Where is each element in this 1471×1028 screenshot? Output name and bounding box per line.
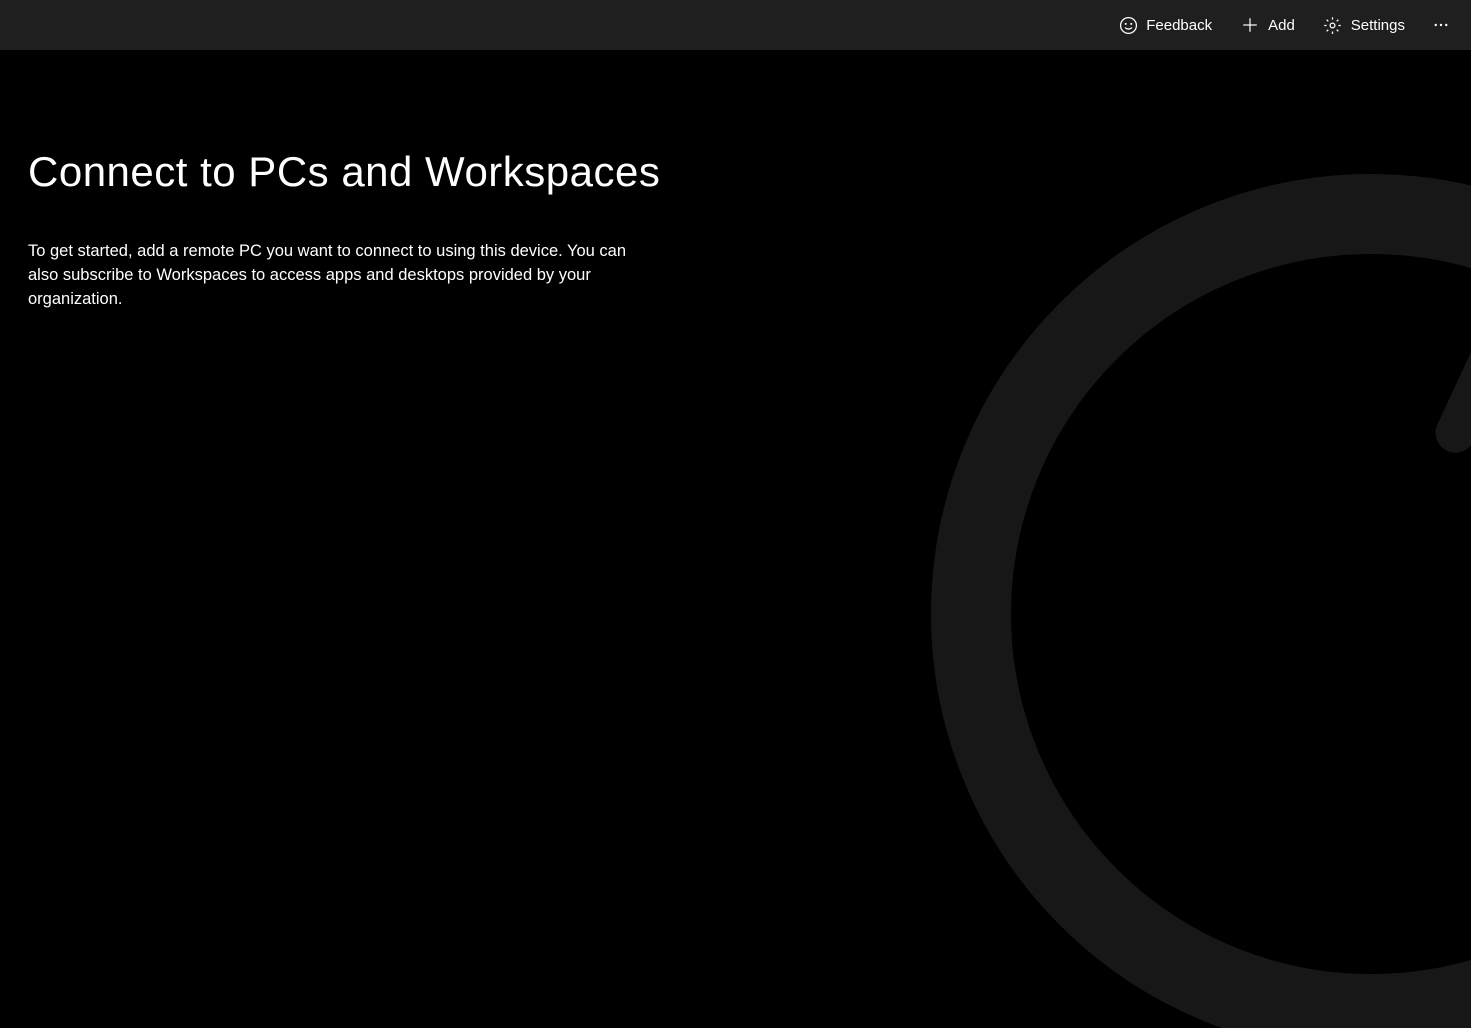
more-button[interactable] xyxy=(1419,0,1463,50)
page-title: Connect to PCs and Workspaces xyxy=(28,148,1443,196)
smiley-icon xyxy=(1118,15,1138,35)
toolbar: Feedback Add Settings xyxy=(0,0,1471,50)
settings-button[interactable]: Settings xyxy=(1309,0,1419,50)
feedback-label: Feedback xyxy=(1146,17,1212,34)
settings-label: Settings xyxy=(1351,17,1405,34)
gear-icon xyxy=(1323,15,1343,35)
more-icon xyxy=(1432,15,1450,35)
page-description: To get started, add a remote PC you want… xyxy=(28,240,653,312)
main-content: Connect to PCs and Workspaces To get sta… xyxy=(0,50,1471,312)
plus-icon xyxy=(1240,15,1260,35)
feedback-button[interactable]: Feedback xyxy=(1104,0,1226,50)
add-label: Add xyxy=(1268,17,1295,34)
add-button[interactable]: Add xyxy=(1226,0,1309,50)
